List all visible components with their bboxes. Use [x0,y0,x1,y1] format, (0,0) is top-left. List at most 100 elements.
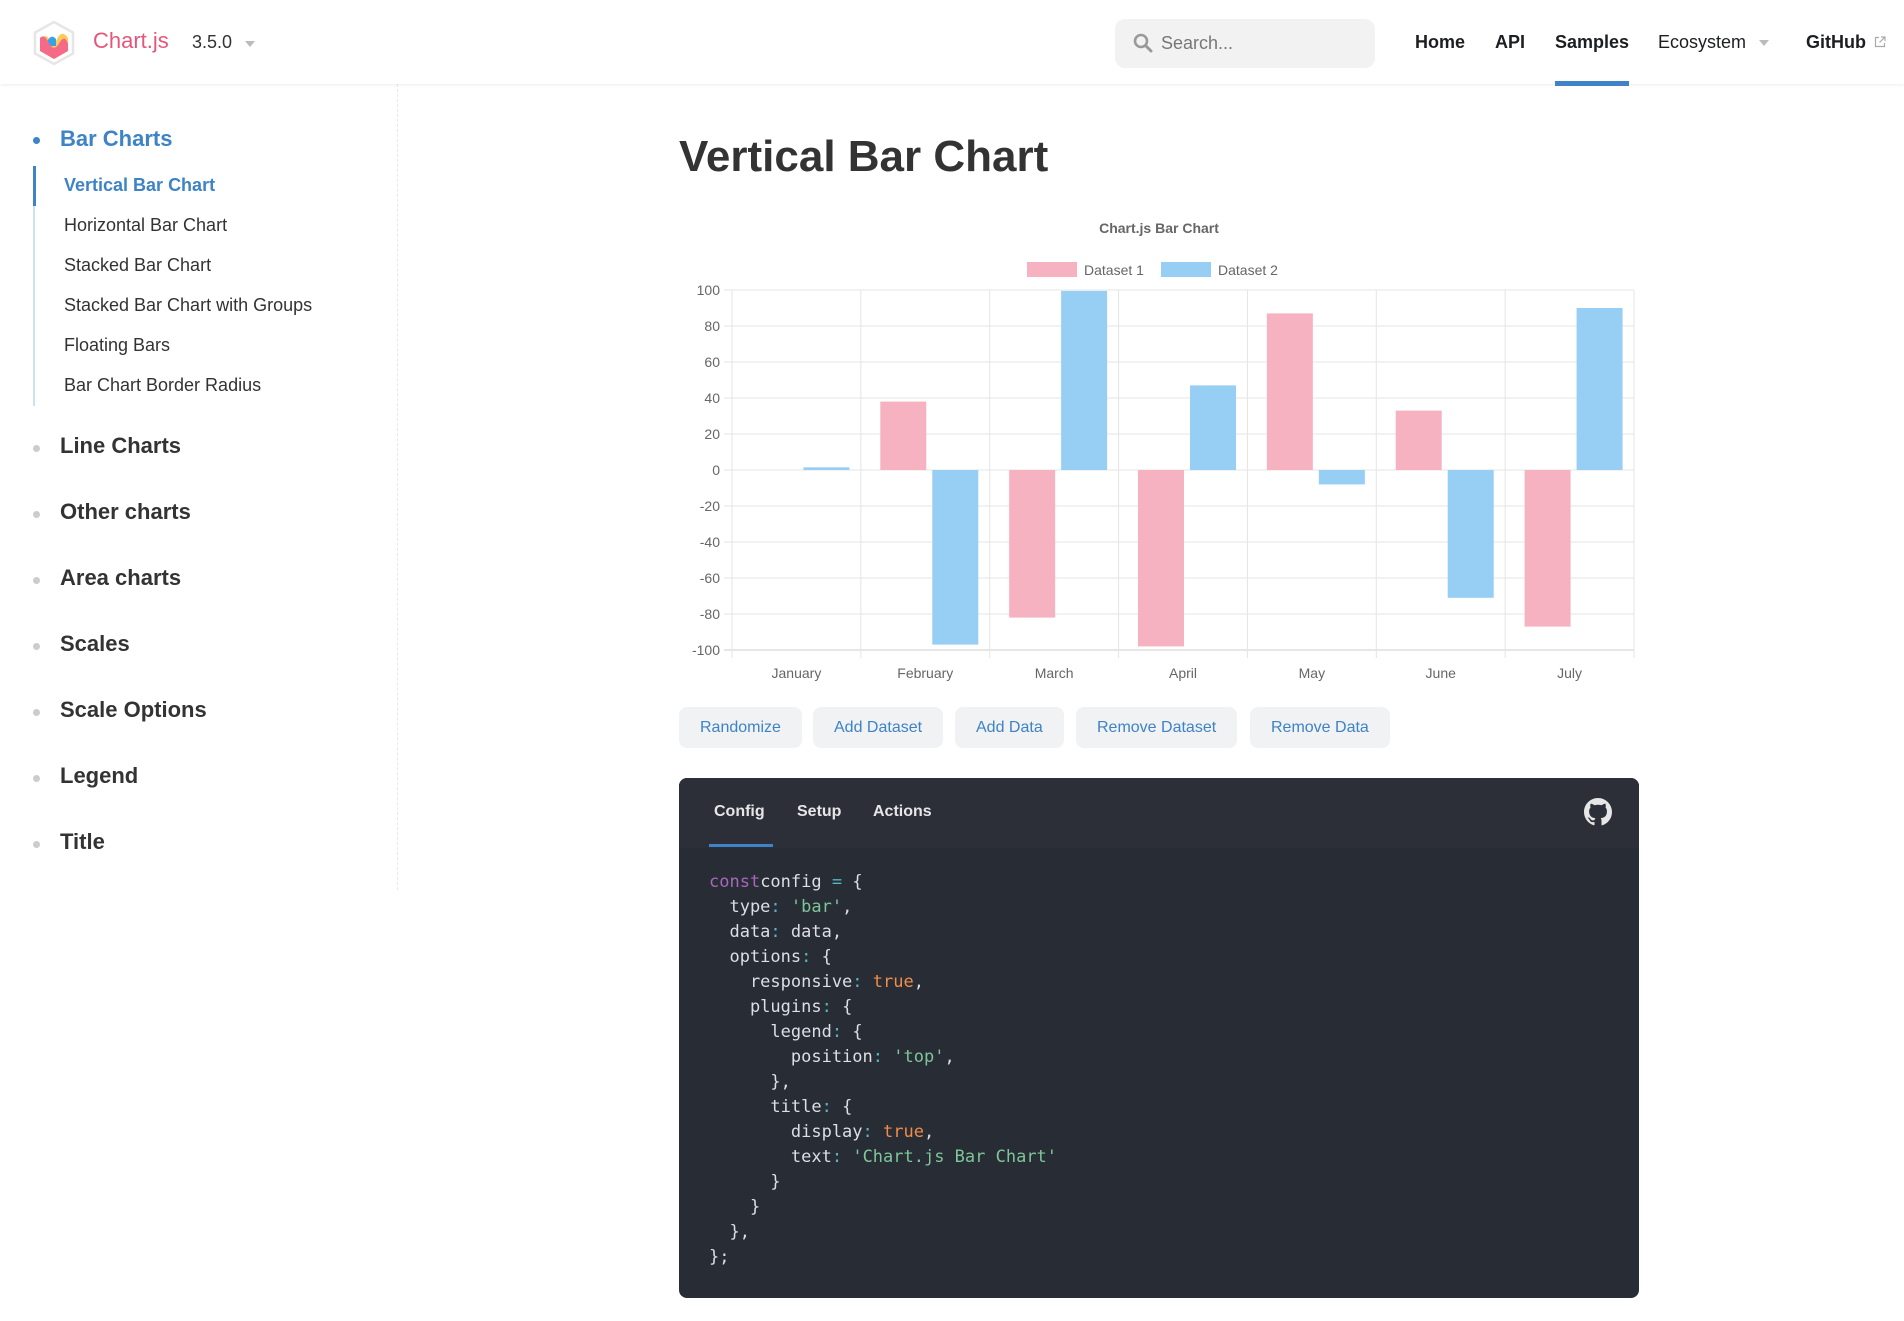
y-tick-label: -100 [692,642,720,658]
y-tick-label: 40 [704,390,720,406]
x-axis-ticks: January February March April May June July [772,665,1583,681]
sidebar-item-bar-chart-border-radius[interactable]: Bar Chart Border Radius [64,375,261,396]
bar-june-dataset-1 [1395,410,1442,470]
y-tick-label: 100 [697,282,721,298]
tab-setup[interactable]: Setup [797,803,841,821]
sidebar-section-label[interactable]: Area charts [60,565,181,591]
bar-july-dataset-2 [1576,308,1623,470]
sidebar-section-label[interactable]: Other charts [60,499,191,525]
nav-link-github[interactable]: GitHub [1806,32,1866,53]
code-line: text: 'Chart.js Bar Chart' [709,1147,1058,1167]
sub-nav-active-marker [33,166,36,206]
code-line: plugins: { [709,997,853,1017]
ecosystem-caret-icon[interactable] [1759,40,1769,46]
code-line: } [709,1172,781,1192]
version-caret-icon[interactable] [245,41,255,47]
chart-bars [803,290,1623,647]
sidebar-section-label[interactable]: Legend [60,763,138,789]
bullet-icon [33,511,40,518]
nav-link-api[interactable]: API [1495,32,1525,53]
y-tick-label: 20 [704,426,720,442]
x-tick-label: February [897,665,953,681]
remove-data-button[interactable]: Remove Data [1250,707,1390,748]
bullet-icon [33,709,40,716]
bullet-icon [33,775,40,782]
sidebar-section-label[interactable]: Line Charts [60,433,181,459]
code-line: title: { [709,1097,853,1117]
bar-february-dataset-2 [932,470,979,645]
version-selector[interactable]: 3.5.0 [192,32,232,53]
sidebar-section-label[interactable]: Scales [60,631,130,657]
github-icon[interactable] [1584,798,1612,826]
sidebar-item-horizontal-bar-chart[interactable]: Horizontal Bar Chart [64,215,227,236]
sidebar-section-label[interactable]: Title [60,829,105,855]
bullet-icon [33,841,40,848]
sidebar-item-vertical-bar-chart[interactable]: Vertical Bar Chart [64,175,215,196]
nav-link-home[interactable]: Home [1415,32,1465,53]
sidebar-section-label[interactable]: Scale Options [60,697,207,723]
bar-may-dataset-1 [1266,313,1313,470]
y-tick-label: -20 [700,498,720,514]
bar-january-dataset-2 [803,467,850,470]
code-panel: Config Setup Actions constconfig = { typ… [679,778,1639,1298]
code-line: options: { [709,947,832,967]
legend-swatch-2 [1161,262,1211,277]
sidebar-section-label[interactable]: Bar Charts [60,126,172,152]
x-tick-label: July [1557,665,1582,681]
bar-may-dataset-2 [1318,470,1365,485]
code-line: constconfig = { [709,872,863,892]
x-tick-label: March [1035,665,1074,681]
bar-chart[interactable]: Chart.js Bar Chart Dataset 1 Dataset 2 10… [679,210,1639,690]
sidebar-item-stacked-bar-chart[interactable]: Stacked Bar Chart [64,255,211,276]
code-line: }, [709,1222,750,1242]
add-dataset-button[interactable]: Add Dataset [813,707,944,748]
bullet-icon [33,445,40,452]
active-tab-indicator [709,844,773,847]
tab-config[interactable]: Config [714,803,765,821]
sidebar-item-stacked-bar-chart-groups[interactable]: Stacked Bar Chart with Groups [64,295,312,316]
y-tick-label: -80 [700,606,720,622]
x-tick-label: January [772,665,822,681]
bullet-icon [33,577,40,584]
bar-july-dataset-1 [1524,470,1571,627]
bar-april-dataset-1 [1138,470,1184,647]
code-line: position: 'top', [709,1047,955,1067]
sidebar-item-floating-bars[interactable]: Floating Bars [64,335,170,356]
bar-april-dataset-2 [1190,385,1236,470]
search-box[interactable] [1115,19,1375,68]
legend-label-1: Dataset 1 [1084,262,1144,278]
bar-chart-svg: Chart.js Bar Chart Dataset 1 Dataset 2 10… [692,220,1635,681]
code-line: data: data, [709,922,843,942]
remove-dataset-button[interactable]: Remove Dataset [1076,707,1238,748]
x-tick-label: April [1169,665,1197,681]
bullet-icon [33,643,40,650]
code-line: }; [709,1247,730,1267]
code-line: type: 'bar', [709,897,853,917]
x-tick-label: May [1299,665,1325,681]
code-line: } [709,1197,761,1217]
nav-link-ecosystem[interactable]: Ecosystem [1658,32,1746,53]
randomize-button[interactable]: Randomize [679,707,802,748]
chart-legend: Dataset 1 Dataset 2 [1027,262,1278,278]
code-block[interactable]: constconfig = { type: 'bar', data: data,… [709,870,1057,1270]
page-title: Vertical Bar Chart [679,132,1049,181]
nav-active-indicator [1555,81,1629,86]
y-tick-label: -60 [700,570,720,586]
nav-link-samples[interactable]: Samples [1555,32,1629,53]
search-icon [1133,33,1153,53]
y-tick-label: 60 [704,354,720,370]
y-tick-label: -40 [700,534,720,550]
chart-title: Chart.js Bar Chart [1099,220,1219,236]
y-axis-ticks: 100 80 60 40 20 0 -20 -40 -60 -80 -100 [692,282,720,658]
legend-swatch-1 [1027,262,1077,277]
legend-label-2: Dataset 2 [1218,262,1278,278]
add-data-button[interactable]: Add Data [955,707,1064,748]
code-tabs: Config Setup Actions [679,778,1639,848]
y-tick-label: 0 [712,462,720,478]
code-line: legend: { [709,1022,863,1042]
brand-name[interactable]: Chart.js [93,28,169,54]
search-input[interactable] [1161,19,1361,68]
chartjs-logo-icon[interactable] [32,20,76,66]
sidebar: Bar Charts Vertical Bar Chart Horizontal… [0,84,398,890]
tab-actions[interactable]: Actions [873,803,932,821]
